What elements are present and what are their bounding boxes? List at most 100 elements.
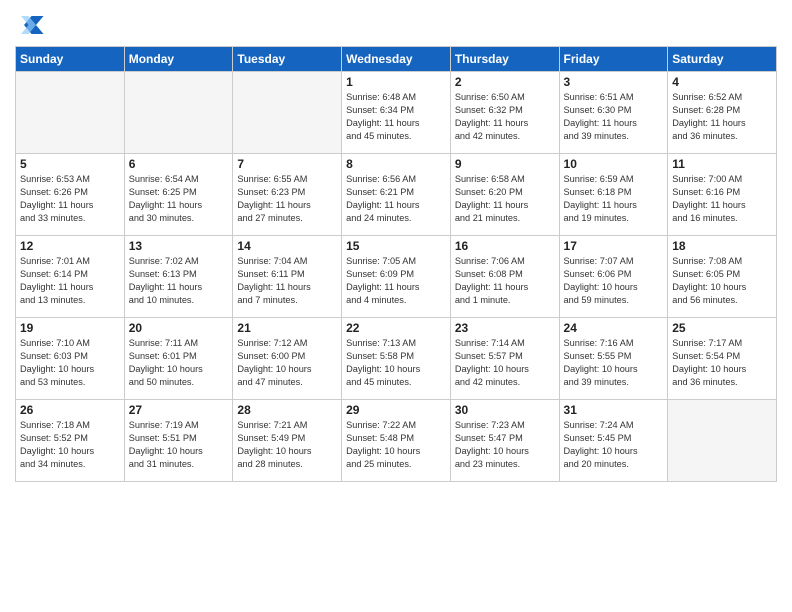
day-number: 13 [129, 239, 229, 253]
day-info: Sunrise: 6:56 AM Sunset: 6:21 PM Dayligh… [346, 173, 446, 225]
day-info: Sunrise: 7:01 AM Sunset: 6:14 PM Dayligh… [20, 255, 120, 307]
day-info: Sunrise: 7:12 AM Sunset: 6:00 PM Dayligh… [237, 337, 337, 389]
day-number: 2 [455, 75, 555, 89]
page-header [15, 10, 777, 40]
day-number: 12 [20, 239, 120, 253]
day-number: 24 [564, 321, 664, 335]
calendar-cell: 25 Sunrise: 7:17 AM Sunset: 5:54 PM Dayli… [668, 318, 777, 400]
day-info: Sunrise: 7:14 AM Sunset: 5:57 PM Dayligh… [455, 337, 555, 389]
day-number: 14 [237, 239, 337, 253]
calendar-cell [124, 72, 233, 154]
calendar-cell: 4Sunrise: 6:52 AM Sunset: 6:28 PM Daylig… [668, 72, 777, 154]
day-info: Sunrise: 6:51 AM Sunset: 6:30 PM Dayligh… [564, 91, 664, 143]
day-number: 19 [20, 321, 120, 335]
calendar-cell: 16 Sunrise: 7:06 AM Sunset: 6:08 PM Dayli… [450, 236, 559, 318]
calendar-cell: 3 Sunrise: 6:51 AM Sunset: 6:30 PM Daylig… [559, 72, 668, 154]
day-number: 10 [564, 157, 664, 171]
calendar-cell: 20 Sunrise: 7:11 AM Sunset: 6:01 PM Dayli… [124, 318, 233, 400]
day-info: Sunrise: 6:53 AM Sunset: 6:26 PM Dayligh… [20, 173, 120, 225]
day-number: 25 [672, 321, 772, 335]
day-info: Sunrise: 7:13 AM Sunset: 5:58 PM Dayligh… [346, 337, 446, 389]
day-info: Sunrise: 6:48 AM Sunset: 6:34 PM Dayligh… [346, 91, 446, 143]
day-number: 9 [455, 157, 555, 171]
calendar-cell: 6 Sunrise: 6:54 AM Sunset: 6:25 PM Daylig… [124, 154, 233, 236]
calendar-cell: 10 Sunrise: 6:59 AM Sunset: 6:18 PM Dayli… [559, 154, 668, 236]
day-info: Sunrise: 7:05 AM Sunset: 6:09 PM Dayligh… [346, 255, 446, 307]
day-info: Sunrise: 7:17 AM Sunset: 5:54 PM Dayligh… [672, 337, 772, 389]
calendar-cell: 27 Sunrise: 7:19 AM Sunset: 5:51 PM Dayli… [124, 400, 233, 482]
day-info: Sunrise: 7:18 AM Sunset: 5:52 PM Dayligh… [20, 419, 120, 471]
day-number: 23 [455, 321, 555, 335]
calendar-week-row: 5 Sunrise: 6:53 AM Sunset: 6:26 PM Daylig… [16, 154, 777, 236]
calendar-cell: 8 Sunrise: 6:56 AM Sunset: 6:21 PM Daylig… [342, 154, 451, 236]
calendar-dow-monday: Monday [124, 47, 233, 72]
day-info: Sunrise: 6:54 AM Sunset: 6:25 PM Dayligh… [129, 173, 229, 225]
calendar-cell: 29 Sunrise: 7:22 AM Sunset: 5:48 PM Dayli… [342, 400, 451, 482]
day-number: 20 [129, 321, 229, 335]
day-number: 5 [20, 157, 120, 171]
day-info: Sunrise: 6:50 AM Sunset: 6:32 PM Dayligh… [455, 91, 555, 143]
day-number: 6 [129, 157, 229, 171]
day-number: 28 [237, 403, 337, 417]
calendar-cell: 26 Sunrise: 7:18 AM Sunset: 5:52 PM Dayli… [16, 400, 125, 482]
day-info: Sunrise: 7:11 AM Sunset: 6:01 PM Dayligh… [129, 337, 229, 389]
day-info: Sunrise: 6:55 AM Sunset: 6:23 PM Dayligh… [237, 173, 337, 225]
day-number: 22 [346, 321, 446, 335]
day-info: Sunrise: 7:10 AM Sunset: 6:03 PM Dayligh… [20, 337, 120, 389]
calendar-week-row: 1 Sunrise: 6:48 AM Sunset: 6:34 PM Daylig… [16, 72, 777, 154]
day-info: Sunrise: 7:24 AM Sunset: 5:45 PM Dayligh… [564, 419, 664, 471]
day-info: Sunrise: 7:02 AM Sunset: 6:13 PM Dayligh… [129, 255, 229, 307]
day-number: 29 [346, 403, 446, 417]
day-info: Sunrise: 7:19 AM Sunset: 5:51 PM Dayligh… [129, 419, 229, 471]
day-number: 30 [455, 403, 555, 417]
day-info: Sunrise: 7:21 AM Sunset: 5:49 PM Dayligh… [237, 419, 337, 471]
day-info: Sunrise: 7:06 AM Sunset: 6:08 PM Dayligh… [455, 255, 555, 307]
logo-icon [15, 10, 45, 40]
calendar-dow-saturday: Saturday [668, 47, 777, 72]
calendar-dow-sunday: Sunday [16, 47, 125, 72]
day-number: 16 [455, 239, 555, 253]
calendar-dow-wednesday: Wednesday [342, 47, 451, 72]
day-number: 11 [672, 157, 772, 171]
calendar-cell [233, 72, 342, 154]
day-info: Sunrise: 7:00 AM Sunset: 6:16 PM Dayligh… [672, 173, 772, 225]
day-number: 27 [129, 403, 229, 417]
calendar-header-row: SundayMondayTuesdayWednesdayThursdayFrid… [16, 47, 777, 72]
calendar-cell: 13 Sunrise: 7:02 AM Sunset: 6:13 PM Dayli… [124, 236, 233, 318]
day-number: 4 [672, 75, 772, 89]
day-number: 17 [564, 239, 664, 253]
day-number: 26 [20, 403, 120, 417]
calendar-dow-friday: Friday [559, 47, 668, 72]
calendar-cell: 11 Sunrise: 7:00 AM Sunset: 6:16 PM Dayli… [668, 154, 777, 236]
calendar-cell [16, 72, 125, 154]
calendar-cell: 30 Sunrise: 7:23 AM Sunset: 5:47 PM Dayli… [450, 400, 559, 482]
calendar-week-row: 19 Sunrise: 7:10 AM Sunset: 6:03 PM Dayli… [16, 318, 777, 400]
day-info: Sunrise: 7:22 AM Sunset: 5:48 PM Dayligh… [346, 419, 446, 471]
day-number: 3 [564, 75, 664, 89]
day-number: 15 [346, 239, 446, 253]
calendar-cell: 23 Sunrise: 7:14 AM Sunset: 5:57 PM Dayli… [450, 318, 559, 400]
calendar-dow-thursday: Thursday [450, 47, 559, 72]
calendar-week-row: 26 Sunrise: 7:18 AM Sunset: 5:52 PM Dayli… [16, 400, 777, 482]
calendar-cell: 22 Sunrise: 7:13 AM Sunset: 5:58 PM Dayli… [342, 318, 451, 400]
calendar-cell: 14Sunrise: 7:04 AM Sunset: 6:11 PM Dayli… [233, 236, 342, 318]
calendar-dow-tuesday: Tuesday [233, 47, 342, 72]
calendar-cell: 9 Sunrise: 6:58 AM Sunset: 6:20 PM Daylig… [450, 154, 559, 236]
calendar-table: SundayMondayTuesdayWednesdayThursdayFrid… [15, 46, 777, 482]
calendar-cell: 28 Sunrise: 7:21 AM Sunset: 5:49 PM Dayli… [233, 400, 342, 482]
calendar-cell [668, 400, 777, 482]
calendar-cell: 21Sunrise: 7:12 AM Sunset: 6:00 PM Dayli… [233, 318, 342, 400]
day-info: Sunrise: 6:58 AM Sunset: 6:20 PM Dayligh… [455, 173, 555, 225]
logo [15, 10, 49, 40]
day-info: Sunrise: 7:23 AM Sunset: 5:47 PM Dayligh… [455, 419, 555, 471]
calendar-cell: 24 Sunrise: 7:16 AM Sunset: 5:55 PM Dayli… [559, 318, 668, 400]
day-info: Sunrise: 6:59 AM Sunset: 6:18 PM Dayligh… [564, 173, 664, 225]
calendar-cell: 5 Sunrise: 6:53 AM Sunset: 6:26 PM Daylig… [16, 154, 125, 236]
day-number: 1 [346, 75, 446, 89]
day-info: Sunrise: 7:16 AM Sunset: 5:55 PM Dayligh… [564, 337, 664, 389]
calendar-cell: 2 Sunrise: 6:50 AM Sunset: 6:32 PM Daylig… [450, 72, 559, 154]
day-number: 18 [672, 239, 772, 253]
day-number: 8 [346, 157, 446, 171]
day-info: Sunrise: 7:07 AM Sunset: 6:06 PM Dayligh… [564, 255, 664, 307]
calendar-cell: 18Sunrise: 7:08 AM Sunset: 6:05 PM Dayli… [668, 236, 777, 318]
